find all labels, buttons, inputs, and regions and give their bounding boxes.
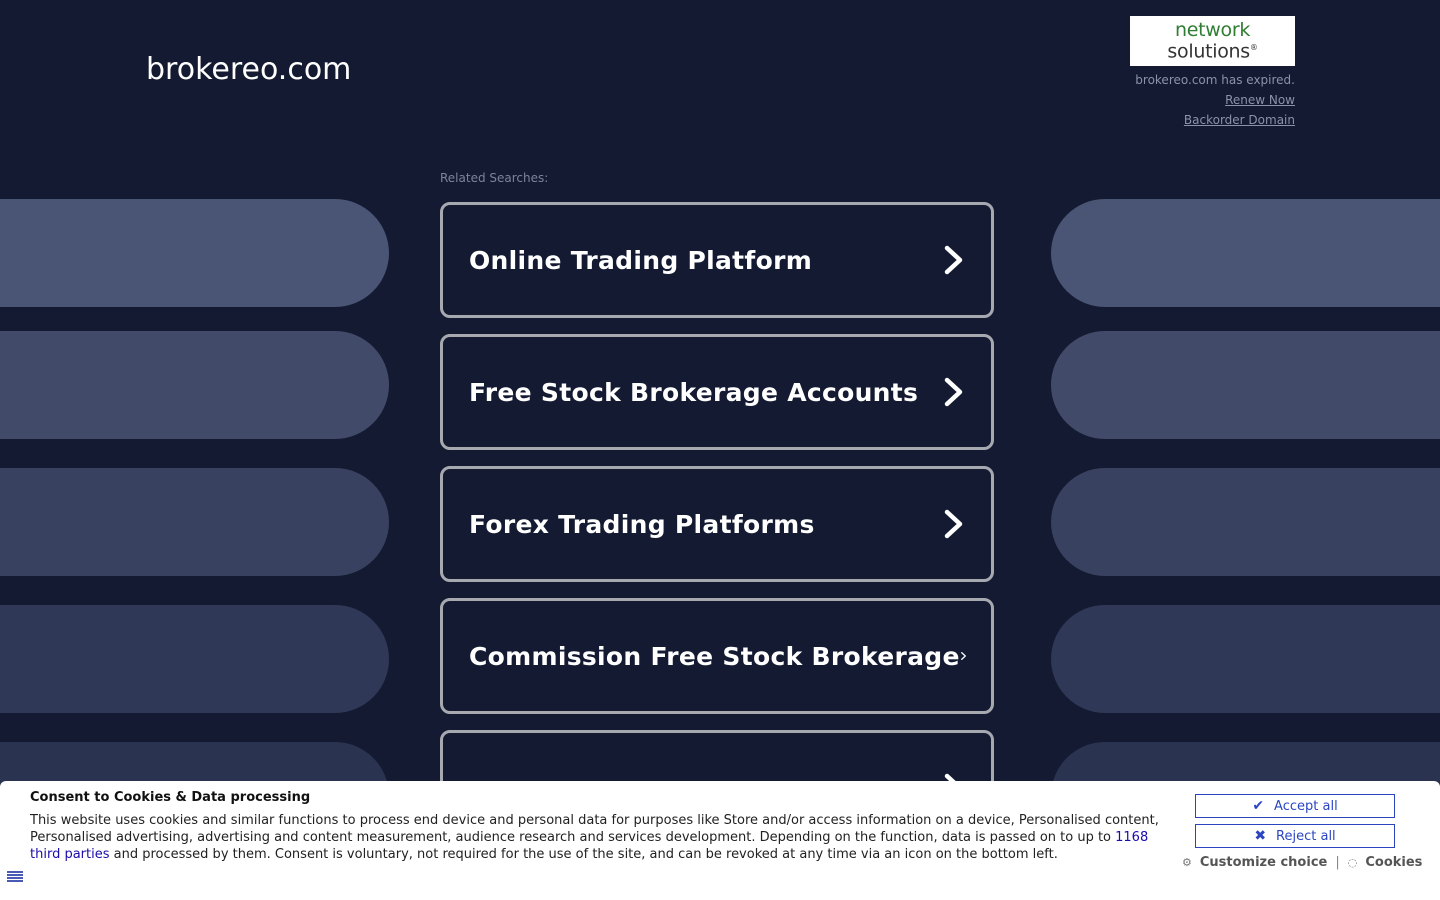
bg-pill [0,468,389,576]
logo-line-1: network [1174,18,1251,41]
chevron-right-icon [944,377,963,407]
check-icon: ✔ [1252,798,1265,814]
bg-pill [1051,605,1440,713]
accept-all-label: Accept all [1274,798,1338,814]
related-search-label: Forex Trading Platforms [469,509,815,539]
related-searches-label: Related Searches: [440,171,549,185]
logo-line-2: solutions® [1167,40,1258,63]
separator: | [1335,855,1340,870]
related-search-label: Free Stock Brokerage Accounts [469,377,919,407]
domain-title: brokereo.com [146,52,352,87]
related-search-item[interactable]: Online Trading Platform [440,202,994,318]
reject-all-button[interactable]: ✖ Reject all [1195,824,1395,848]
related-search-label: Commission Free Stock Brokerage [469,641,960,671]
backorder-domain-link[interactable]: Backorder Domain [1135,110,1295,130]
related-search-item[interactable]: Forex Trading Platforms [440,466,994,582]
customize-choice-link[interactable]: Customize choice [1200,855,1327,870]
chevron-right-icon [944,509,963,539]
bg-pill [1051,331,1440,439]
bg-pill [0,331,389,439]
related-search-label: Online Trading Platform [469,245,813,275]
expiry-notice: brokereo.com has expired. Renew Now Back… [1135,70,1295,130]
consent-links: ⚙ Customize choice | ◌ Cookies [1182,855,1422,870]
consent-heading: Consent to Cookies & Data processing [30,790,311,805]
cookie-consent-banner: Consent to Cookies & Data processing Thi… [0,781,1440,900]
bg-pill [1051,199,1440,307]
x-icon: ✖ [1254,828,1267,844]
bg-pill [0,605,389,713]
related-search-item[interactable]: Commission Free Stock Brokerage [440,598,994,714]
expired-message: brokereo.com has expired. [1135,73,1295,87]
accept-all-button[interactable]: ✔ Accept all [1195,794,1395,818]
network-solutions-logo[interactable]: network solutions® [1130,16,1295,66]
bg-pill [0,199,389,307]
chevron-right-icon [960,652,966,660]
bg-pill [1051,468,1440,576]
reject-all-label: Reject all [1276,828,1336,844]
chevron-right-icon [944,245,963,275]
consent-text: This website uses cookies and similar fu… [30,813,1159,845]
consent-body: This website uses cookies and similar fu… [30,812,1170,863]
cookies-link[interactable]: Cookies [1365,855,1422,870]
consent-text: and processed by them. Consent is volunt… [109,847,1058,862]
cookie-icon: ◌ [1347,856,1358,869]
gear-icon: ⚙ [1182,856,1192,869]
related-search-item[interactable]: Free Stock Brokerage Accounts [440,334,994,450]
flag-icon[interactable] [7,871,23,882]
renew-now-link[interactable]: Renew Now [1135,90,1295,110]
